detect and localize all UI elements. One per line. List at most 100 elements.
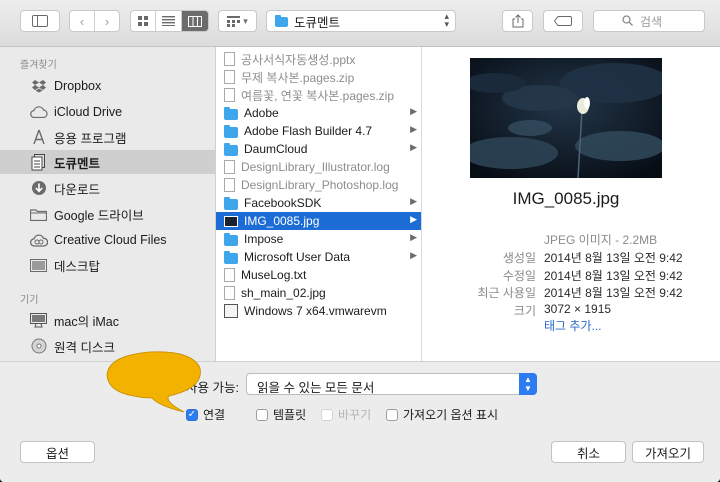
file-row[interactable]: DaumCloud ▶ xyxy=(216,140,421,158)
view-switcher xyxy=(130,10,209,32)
arrange-menu-button[interactable]: ▾ xyxy=(218,10,257,32)
creative-cloud-icon xyxy=(29,232,48,249)
meta-key: 크기 xyxy=(513,303,536,318)
import-button[interactable]: 가져오기 xyxy=(632,441,704,463)
sidebar-icon xyxy=(32,15,48,27)
folder-icon xyxy=(224,124,238,138)
chevron-down-icon: ▾ xyxy=(243,15,248,26)
folder-icon xyxy=(224,142,238,156)
preview-type-size: JPEG 이미지 - 2.2MB xyxy=(544,233,658,247)
disclosure-arrow-icon: ▶ xyxy=(410,124,417,134)
checkbox-option[interactable]: 템플릿 xyxy=(256,406,306,423)
sidebar-item-label: Creative Cloud Files xyxy=(54,233,167,247)
sidebar-item-desktop[interactable]: 데스크탑 xyxy=(0,253,215,277)
file-row[interactable]: Adobe ▶ xyxy=(216,104,421,122)
column-view-button[interactable] xyxy=(181,11,208,31)
sidebar: 즐겨찾기 Dropbox iCloud Drive 응용 프로그램 도큐멘트 다… xyxy=(0,47,216,361)
share-button[interactable] xyxy=(502,10,533,32)
checkbox-box[interactable] xyxy=(321,408,333,421)
checkbox-option[interactable]: 바꾸기 xyxy=(321,406,371,423)
file-row[interactable]: Adobe Flash Builder 4.7 ▶ xyxy=(216,122,421,140)
search-field[interactable]: 검색 xyxy=(593,10,705,32)
checkbox-box[interactable] xyxy=(386,408,398,421)
tags-button[interactable] xyxy=(543,10,583,32)
documents-icon xyxy=(29,153,48,171)
meta-key: 최근 사용일 xyxy=(477,286,536,300)
file-row[interactable]: DesignLibrary_Photoshop.log xyxy=(216,176,421,194)
file-name: Windows 7 x64.vmwarevm xyxy=(244,304,387,318)
search-placeholder: 검색 xyxy=(640,14,663,29)
sidebar-section-favorites: 즐겨찾기 xyxy=(20,60,57,71)
sidebar-item-downloads[interactable]: 다운로드 xyxy=(0,176,215,200)
enable-popup[interactable]: 읽을 수 있는 모든 문서 ▲ ▼ xyxy=(246,373,537,395)
sidebar-item-label: mac의 iMac xyxy=(54,314,119,329)
file-row[interactable]: Microsoft User Data ▶ xyxy=(216,248,421,266)
folder-icon xyxy=(29,206,48,223)
add-tags-link[interactable]: 태그 추가... xyxy=(544,317,602,334)
meta-value: 2014년 8월 13일 오전 9:42 xyxy=(544,286,683,300)
checkbox-option[interactable]: 가져오기 옵션 표시 xyxy=(386,406,498,423)
file-row[interactable]: IMG_0085.jpg ▶ xyxy=(216,212,421,230)
meta-key: 생성일 xyxy=(502,251,536,265)
disclosure-arrow-icon: ▶ xyxy=(410,142,417,152)
checkmark-icon[interactable]: ✓ xyxy=(186,408,198,421)
folder-icon xyxy=(275,15,288,27)
disclosure-arrow-icon: ▶ xyxy=(410,232,417,242)
sidebar-item-label: 데스크탑 xyxy=(54,259,101,274)
file-row[interactable]: 여름꽃, 연꽃 복사본.pages.zip xyxy=(216,86,421,104)
sidebar-item-label: Google 드라이브 xyxy=(54,208,144,223)
meta-value: 3072 × 1915 xyxy=(544,301,612,316)
arrange-icon xyxy=(227,15,241,27)
sidebar-item-google-drive[interactable]: Google 드라이브 xyxy=(0,202,215,226)
applications-icon xyxy=(29,129,48,146)
sidebar-item-label: iCloud Drive xyxy=(54,105,123,119)
sidebar-item-imac[interactable]: mac의 iMac xyxy=(0,308,215,332)
image-icon xyxy=(224,215,238,227)
checkbox-option[interactable]: ✓ 연결 xyxy=(186,406,225,423)
file-name: 공사서식자동생성.pptx xyxy=(241,52,356,67)
file-row[interactable]: Windows 7 x64.vmwarevm xyxy=(216,302,421,320)
list-view-button[interactable] xyxy=(156,11,182,31)
checkbox-label: 템플릿 xyxy=(273,408,307,422)
folder-icon xyxy=(224,106,238,120)
file-name: IMG_0085.jpg xyxy=(244,214,320,228)
options-button[interactable]: 옵션 xyxy=(20,441,95,463)
sidebar-toggle-button[interactable] xyxy=(20,10,60,32)
icon-view-button[interactable] xyxy=(131,11,157,31)
preview-image xyxy=(470,58,662,178)
file-row[interactable]: 공사서식자동생성.pptx xyxy=(216,50,421,68)
sidebar-item-label: 다운로드 xyxy=(54,182,101,197)
forward-button[interactable]: › xyxy=(95,11,119,31)
file-row[interactable]: DesignLibrary_Illustrator.log xyxy=(216,158,421,176)
file-name: Microsoft User Data xyxy=(244,250,351,264)
file-row[interactable]: Impose ▶ xyxy=(216,230,421,248)
open-file-dialog: ‹ › ▾ 도큐멘트 ▴ ▾ 검색 즐겨찾기 Dropbox iCloud Dr… xyxy=(0,0,720,482)
file-name: sh_main_02.jpg xyxy=(241,286,326,300)
sidebar-item-dropbox[interactable]: Dropbox xyxy=(0,74,215,98)
file-name: Adobe xyxy=(244,106,279,120)
file-row[interactable]: sh_main_02.jpg xyxy=(216,284,421,302)
sidebar-item-documents[interactable]: 도큐멘트 xyxy=(0,150,215,174)
location-popup[interactable]: 도큐멘트 ▴ ▾ xyxy=(266,10,456,32)
file-row[interactable]: FacebookSDK ▶ xyxy=(216,194,421,212)
back-button[interactable]: ‹ xyxy=(70,11,95,31)
checkbox-label: 바꾸기 xyxy=(338,408,372,422)
checkbox-box[interactable] xyxy=(256,408,268,421)
sidebar-item-icloud[interactable]: iCloud Drive xyxy=(0,100,215,124)
checkbox-label: 연결 xyxy=(203,408,226,422)
document-icon xyxy=(224,178,235,192)
sidebar-item-creative-cloud[interactable]: Creative Cloud Files xyxy=(0,228,215,252)
file-row[interactable]: MuseLog.txt xyxy=(216,266,421,284)
file-name: 무제 복사본.pages.zip xyxy=(241,70,355,85)
file-list: 공사서식자동생성.pptx 무제 복사본.pages.zip 여름꽃, 연꽃 복사본… xyxy=(216,47,422,361)
sidebar-section-devices: 기기 xyxy=(20,295,39,306)
enable-value: 읽을 수 있는 모든 문서 xyxy=(257,381,375,395)
document-icon xyxy=(224,160,235,174)
popup-arrows-icon: ▲ ▼ xyxy=(519,373,537,395)
share-icon xyxy=(512,14,523,28)
file-row[interactable]: 무제 복사본.pages.zip xyxy=(216,68,421,86)
download-icon xyxy=(29,180,48,197)
sidebar-item-applications[interactable]: 응용 프로그램 xyxy=(0,125,215,149)
cancel-button[interactable]: 취소 xyxy=(551,441,626,463)
checkbox-label: 가져오기 옵션 표시 xyxy=(403,408,498,422)
